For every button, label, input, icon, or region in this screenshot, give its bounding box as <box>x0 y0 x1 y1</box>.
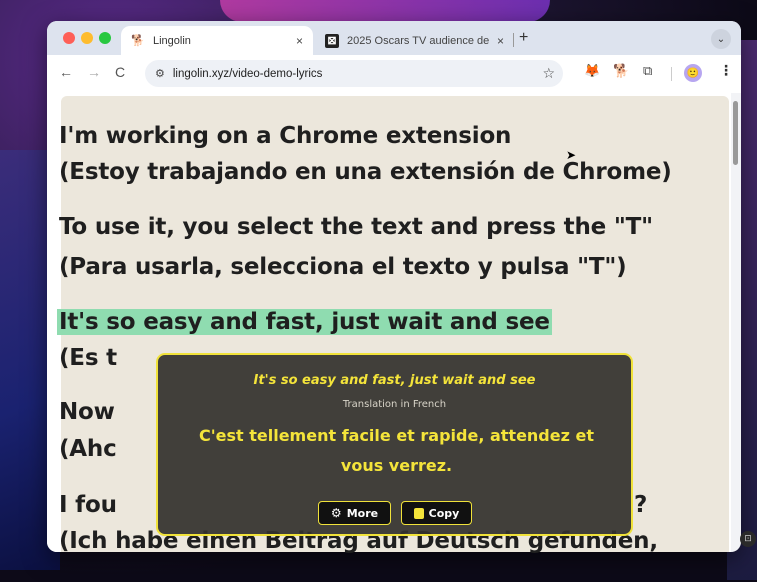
lyric-translation-line: (Estoy trabajando en una extensión de Ch… <box>59 159 672 185</box>
tab-strip: 🐕 Lingolin × ⊠ 2025 Oscars TV audience d… <box>47 21 741 55</box>
minimize-window-button[interactable] <box>81 32 93 44</box>
translation-popup: It's so easy and fast, just wait and see… <box>156 353 633 536</box>
forward-button[interactable]: → <box>87 64 101 80</box>
browser-menu-icon[interactable]: ⋮ <box>719 63 733 79</box>
metamask-fox-icon[interactable]: 🦊 <box>584 64 600 79</box>
new-tab-button[interactable]: + <box>519 29 528 47</box>
back-button[interactable]: ← <box>59 64 73 80</box>
lyric-line: Now <box>59 399 115 425</box>
more-button[interactable]: ⚙ More <box>318 501 391 525</box>
tab-divider <box>513 33 514 47</box>
lyric-line-highlighted[interactable]: It's so easy and fast, just wait and see <box>57 309 552 335</box>
site-settings-icon[interactable]: ⚙ <box>155 67 165 80</box>
openai-icon: ⚙ <box>330 506 342 520</box>
lyric-line: I fou <box>59 492 117 518</box>
page-scrollbar[interactable] <box>733 101 738 165</box>
tab-title: 2025 Oscars TV audience de <box>347 34 490 47</box>
popup-source-text: It's so easy and fast, just wait and see <box>253 373 536 388</box>
lyric-line: I'm working on a Chrome extension <box>59 123 512 149</box>
extensions-puzzle-icon[interactable]: ⧉ <box>643 64 652 79</box>
reload-button[interactable]: C <box>115 64 125 80</box>
close-tab-icon[interactable]: × <box>497 34 504 48</box>
copy-button[interactable]: Copy <box>401 501 472 525</box>
maximize-window-button[interactable] <box>99 32 111 44</box>
selected-text-highlight[interactable]: It's so easy and fast, just wait and see <box>57 309 552 335</box>
lyric-line-end: ? <box>634 492 648 518</box>
close-window-button[interactable] <box>63 32 75 44</box>
browser-toolbar: ← → C ⚙ lingolin.xyz/video-demo-lyrics ☆… <box>47 55 741 93</box>
copy-button-label: Copy <box>428 506 460 520</box>
bookmark-star-icon[interactable]: ☆ <box>542 66 555 82</box>
address-bar[interactable]: ⚙ lingolin.xyz/video-demo-lyrics ☆ <box>145 60 563 87</box>
profile-avatar[interactable]: 🙂 <box>684 64 702 82</box>
screen-capture-icon[interactable]: ⊡ <box>740 531 756 547</box>
toolbar-divider <box>671 67 672 81</box>
page-logo-icon: ⊠ <box>325 33 339 48</box>
wallpaper-accent <box>220 0 550 22</box>
tab-oscars[interactable]: ⊠ 2025 Oscars TV audience de × <box>317 26 512 55</box>
tab-search-button[interactable]: ⌄ <box>711 29 731 49</box>
popup-translation-text: C'est tellement facile et rapide, attend… <box>199 426 594 475</box>
copy-icon <box>413 507 424 519</box>
lyric-translation-line: (Es t <box>59 345 117 371</box>
more-button-label: More <box>346 506 379 520</box>
dog-icon: 🐕 <box>131 35 145 47</box>
tab-lingolin[interactable]: 🐕 Lingolin × <box>121 26 313 55</box>
lingolin-extension-icon[interactable]: 🐕 <box>613 64 629 79</box>
close-tab-icon[interactable]: × <box>296 34 303 48</box>
lyric-translation-line: (Para usarla, selecciona el texto y puls… <box>59 254 627 280</box>
url-text[interactable]: lingolin.xyz/video-demo-lyrics <box>173 68 323 80</box>
popup-language-label: Translation in French <box>342 399 447 410</box>
lyric-line: To use it, you select the text and press… <box>59 214 653 240</box>
tab-title: Lingolin <box>153 34 191 47</box>
mouse-pointer-icon: ➤ <box>566 148 577 162</box>
lyric-translation-line: (Ahc <box>59 436 117 462</box>
